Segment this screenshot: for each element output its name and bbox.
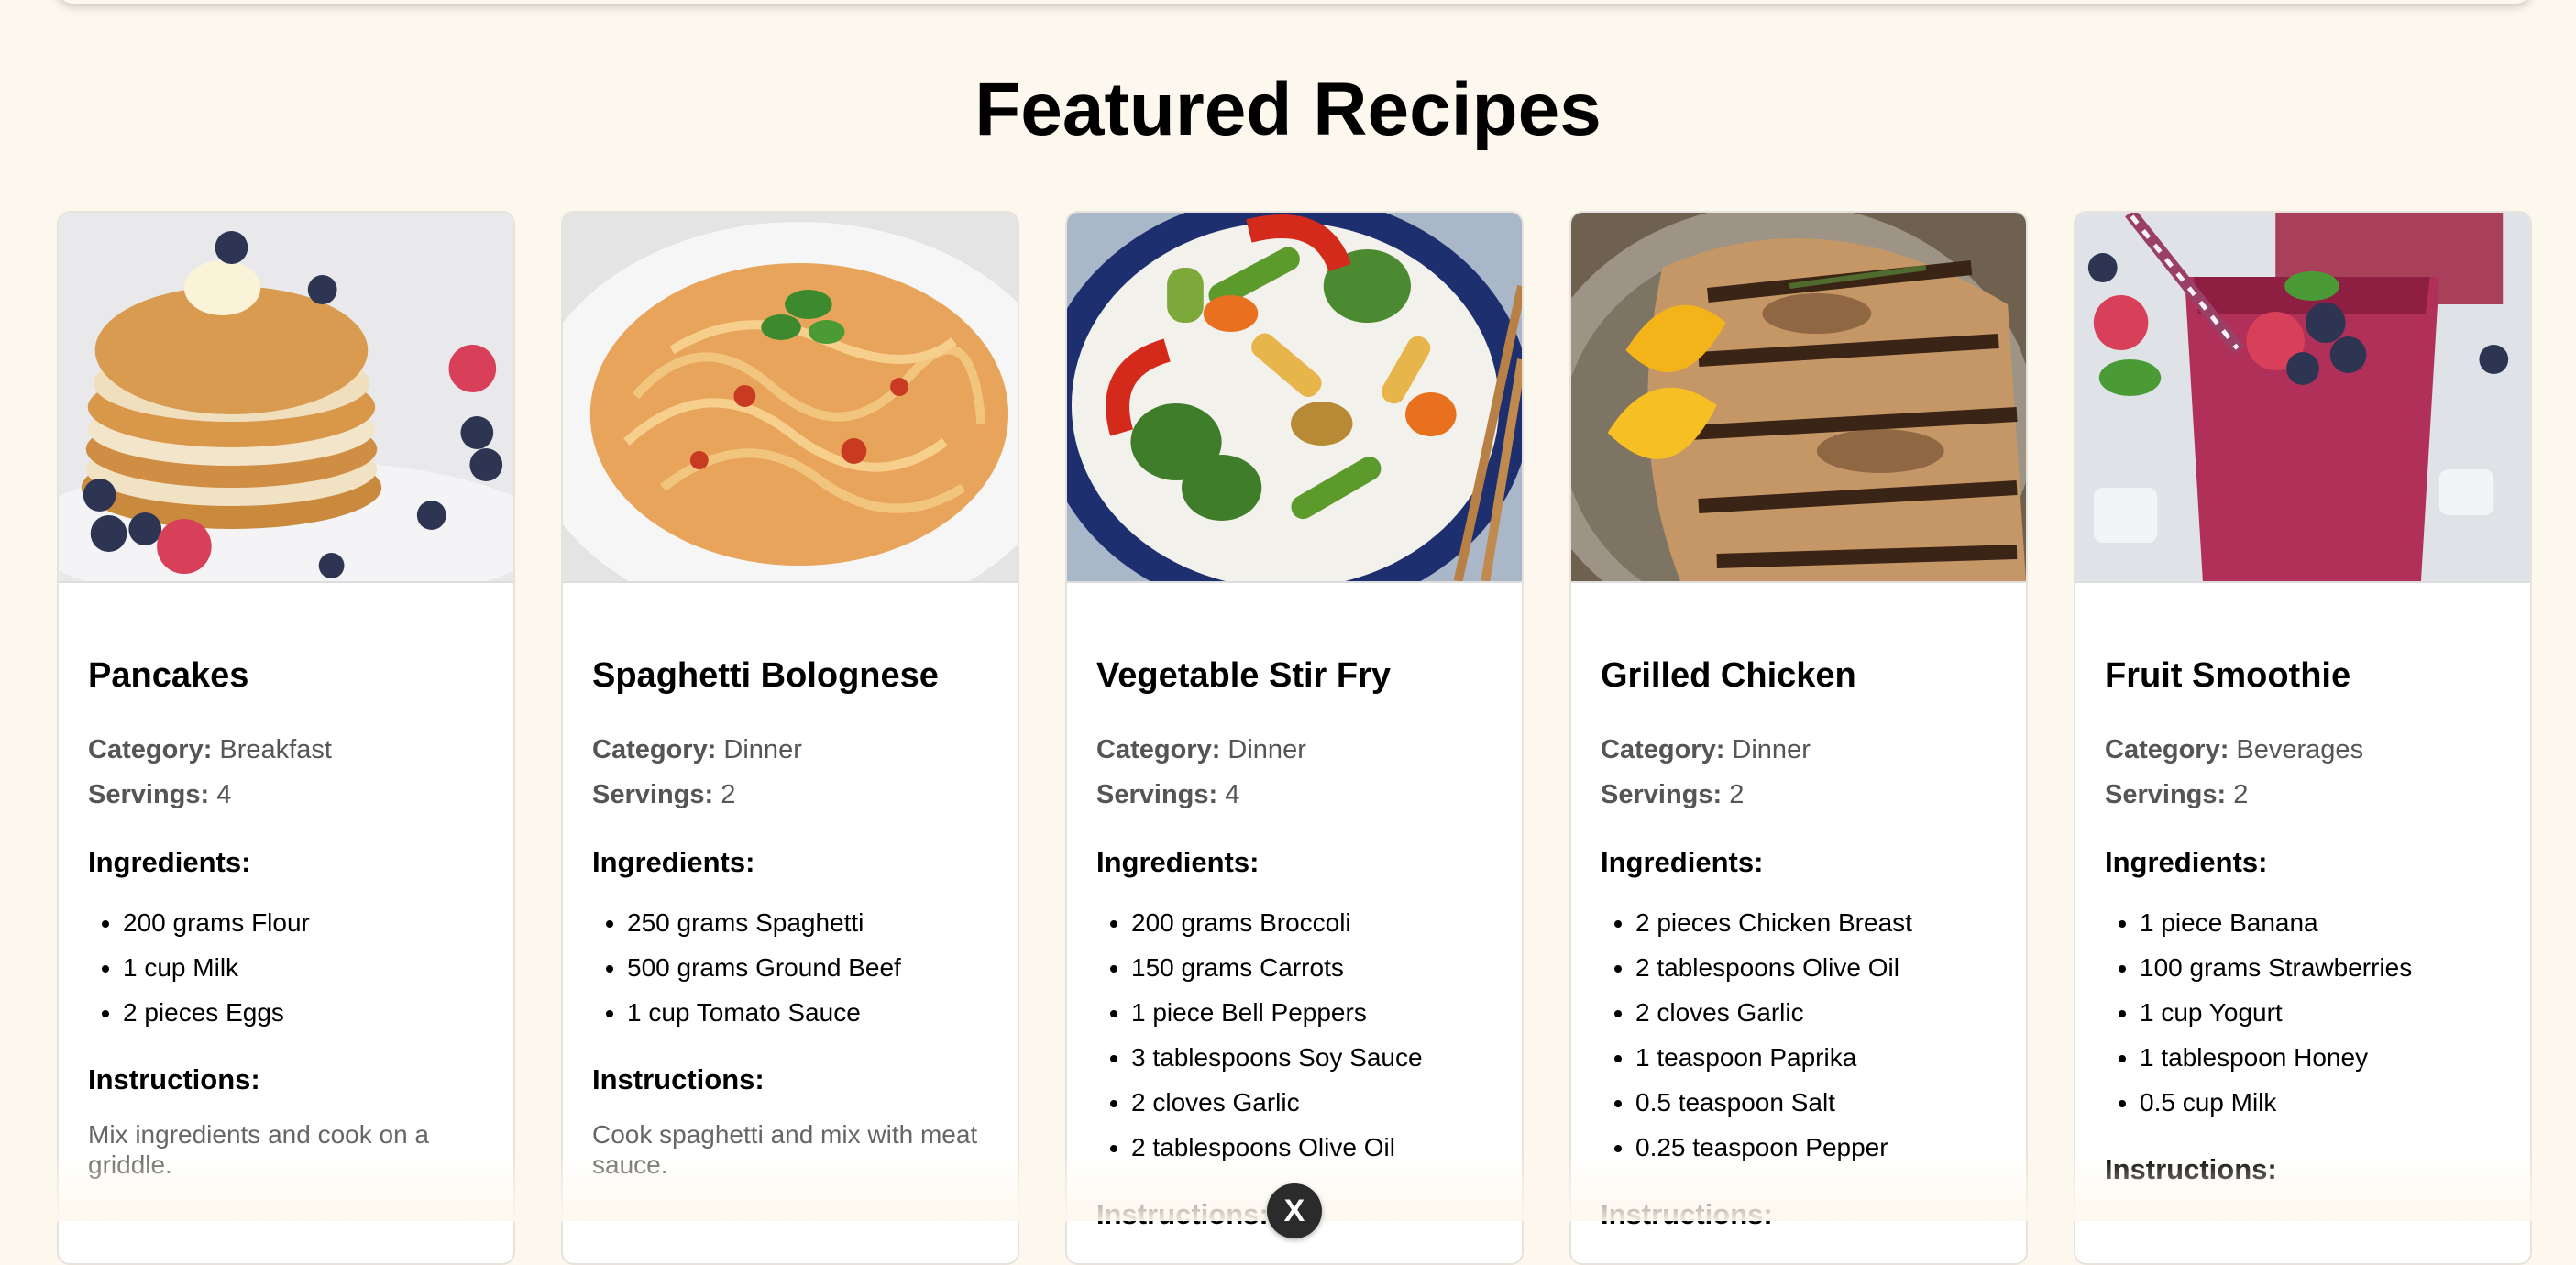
servings-value: 2 [1729,780,1745,809]
recipe-card-list: Pancakes Category: Breakfast Servings: 4… [57,211,2532,1265]
ingredient-item: 2 cloves Garlic [1131,1080,1492,1125]
servings-value: 2 [2233,780,2249,809]
instructions-heading: Instructions: [1601,1198,1773,1230]
category-label: Category: [1096,735,1221,764]
ingredient-item: 1 cup Milk [123,945,484,990]
ingredient-item: 2 pieces Chicken Breast [1635,900,1997,945]
recipe-category: Category: Dinner [592,728,988,773]
fruit-smoothie-image [2075,213,2530,583]
category-value: Dinner [723,735,802,764]
vegetable-stir-fry-image [1067,213,1522,583]
ingredient-item: 1 cup Yogurt [2140,990,2501,1035]
ingredients-list: 250 grams Spaghetti 500 grams Ground Bee… [592,900,988,1035]
servings-label: Servings: [592,780,714,809]
top-navigation-bar [57,0,2532,4]
category-value: Dinner [1227,735,1306,764]
ingredient-item: 1 tablespoon Honey [2140,1035,2501,1080]
servings-value: 4 [1225,780,1240,809]
instructions-text: Cook spaghetti and mix with meat sauce. [592,1120,978,1179]
recipe-card-pancakes[interactable]: Pancakes Category: Breakfast Servings: 4… [57,211,515,1265]
ingredient-item: 3 tablespoons Soy Sauce [1131,1035,1492,1080]
ingredients-list: 200 grams Broccoli 150 grams Carrots 1 p… [1096,900,1492,1170]
ingredients-heading: Ingredients: [2105,846,2268,878]
category-label: Category: [88,735,213,764]
servings-label: Servings: [1096,780,1218,809]
recipe-title: Grilled Chicken [1601,656,1856,695]
recipe-title: Pancakes [88,656,249,695]
page-title: Featured Recipes [974,68,1602,151]
ingredient-item: 0.5 cup Milk [2140,1080,2501,1125]
recipe-category: Category: Dinner [1601,728,1997,773]
servings-value: 4 [216,780,232,809]
close-icon[interactable]: X [1267,1183,1322,1238]
recipe-servings: Servings: 2 [592,773,988,818]
grilled-chicken-image [1571,213,2026,583]
spaghetti-bolognese-image [563,213,1018,583]
ingredient-item: 150 grams Carrots [1131,945,1492,990]
ingredients-heading: Ingredients: [592,846,755,878]
ingredients-list: 2 pieces Chicken Breast 2 tablespoons Ol… [1601,900,1997,1170]
category-label: Category: [592,735,717,764]
recipe-title: Vegetable Stir Fry [1096,656,1392,695]
recipe-card-fruit-smoothie[interactable]: Fruit Smoothie Category: Beverages Servi… [2074,211,2532,1265]
servings-label: Servings: [2105,780,2227,809]
ingredient-item: 250 grams Spaghetti [627,900,988,945]
ingredients-heading: Ingredients: [1601,846,1764,878]
ingredient-item: 1 cup Tomato Sauce [627,990,988,1035]
ingredient-item: 500 grams Ground Beef [627,945,988,990]
ingredient-item: 1 piece Bell Peppers [1131,990,1492,1035]
ingredients-list: 200 grams Flour 1 cup Milk 2 pieces Eggs [88,900,484,1035]
servings-label: Servings: [1601,780,1723,809]
recipe-title: Fruit Smoothie [2105,656,2351,695]
recipe-card-grilled-chicken[interactable]: Grilled Chicken Category: Dinner Serving… [1569,211,2028,1265]
ingredient-item: 2 cloves Garlic [1635,990,1997,1035]
recipe-category: Category: Dinner [1096,728,1492,773]
recipe-servings: Servings: 2 [1601,773,1997,818]
recipe-card-vegetable-stir-fry[interactable]: Vegetable Stir Fry Category: Dinner Serv… [1065,211,1524,1265]
category-label: Category: [2105,735,2229,764]
servings-value: 2 [721,780,736,809]
recipe-category: Category: Beverages [2105,728,2501,773]
recipe-servings: Servings: 2 [2105,773,2501,818]
pancakes-image [59,213,513,583]
ingredient-item: 2 tablespoons Olive Oil [1131,1125,1492,1170]
ingredient-item: 0.25 teaspoon Pepper [1635,1125,1997,1170]
recipe-card-spaghetti-bolognese[interactable]: Spaghetti Bolognese Category: Dinner Ser… [561,211,1019,1265]
recipe-servings: Servings: 4 [1096,773,1492,818]
ingredients-heading: Ingredients: [1096,846,1260,878]
recipe-title: Spaghetti Bolognese [592,656,939,695]
recipe-category: Category: Breakfast [88,728,484,773]
instructions-heading: Instructions: [592,1063,765,1095]
category-value: Beverages [2236,735,2364,764]
ingredient-item: 2 pieces Eggs [123,990,484,1035]
ingredient-item: 100 grams Strawberries [2140,945,2501,990]
instructions-text: Mix ingredients and cook on a griddle. [88,1120,429,1179]
recipe-servings: Servings: 4 [88,773,484,818]
ingredients-list: 1 piece Banana 100 grams Strawberries 1 … [2105,900,2501,1125]
servings-label: Servings: [88,780,210,809]
ingredient-item: 1 teaspoon Paprika [1635,1035,1997,1080]
instructions-heading: Instructions: [2105,1153,2277,1185]
category-label: Category: [1601,735,1725,764]
ingredient-item: 200 grams Broccoli [1131,900,1492,945]
ingredient-item: 2 tablespoons Olive Oil [1635,945,1997,990]
ingredient-item: 1 piece Banana [2140,900,2501,945]
ingredients-heading: Ingredients: [88,846,251,878]
category-value: Dinner [1732,735,1811,764]
category-value: Breakfast [219,735,332,764]
ingredient-item: 0.5 teaspoon Salt [1635,1080,1997,1125]
instructions-heading: Instructions: [88,1063,260,1095]
ingredient-item: 200 grams Flour [123,900,484,945]
